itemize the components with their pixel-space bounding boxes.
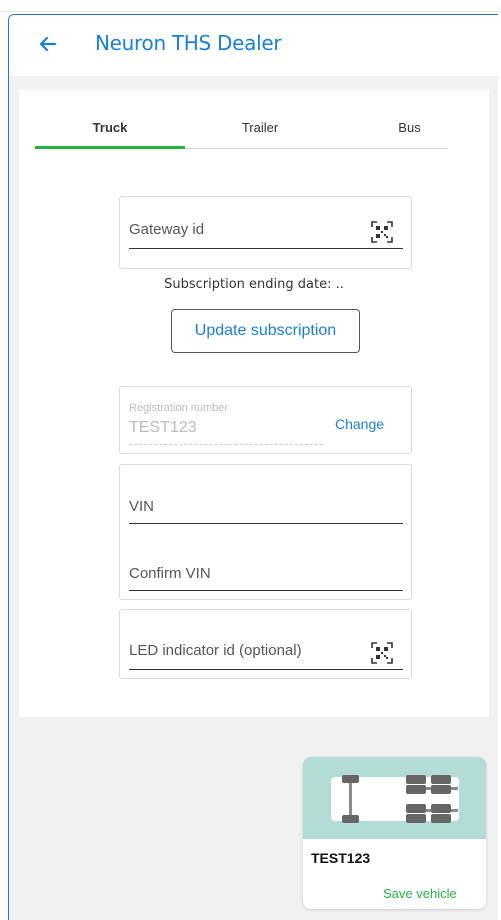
window-top-strip bbox=[0, 0, 501, 12]
gateway-box: Gateway id bbox=[119, 196, 412, 269]
tab-truck[interactable]: Truck bbox=[35, 114, 185, 149]
vehicle-summary-card[interactable]: TEST123 Save vehicle bbox=[303, 757, 486, 909]
tab-bus[interactable]: Bus bbox=[335, 114, 448, 148]
vehicle-form-card: Truck Trailer Bus Gateway id Subscriptio bbox=[19, 90, 489, 717]
registration-box: Registration number TEST123 Change bbox=[119, 386, 412, 454]
qr-code-icon bbox=[371, 642, 393, 664]
vehicle-type-tabs: Truck Trailer Bus bbox=[35, 114, 448, 149]
vehicle-name: TEST123 bbox=[311, 850, 371, 866]
gateway-scan-button[interactable] bbox=[371, 221, 393, 243]
subscription-ending-text: Subscription ending date: .. bbox=[164, 277, 344, 292]
arrow-left-icon bbox=[39, 36, 57, 52]
led-underline bbox=[129, 669, 403, 670]
save-vehicle-button[interactable]: Save vehicle bbox=[383, 886, 457, 901]
back-button[interactable] bbox=[35, 31, 61, 57]
vin-input[interactable]: VIN bbox=[129, 498, 154, 515]
vehicle-image-area bbox=[303, 757, 486, 839]
registration-underline bbox=[129, 444, 323, 445]
gateway-underline bbox=[129, 248, 403, 249]
confirm-vin-underline bbox=[129, 590, 403, 591]
page-title: Neuron THS Dealer bbox=[95, 31, 282, 55]
confirm-vin-input[interactable]: Confirm VIN bbox=[129, 565, 211, 582]
vin-underline bbox=[129, 523, 403, 524]
vin-box: VIN Confirm VIN bbox=[119, 464, 412, 600]
led-scan-button[interactable] bbox=[371, 642, 393, 664]
led-indicator-input[interactable]: LED indicator id (optional) bbox=[129, 642, 302, 659]
change-registration-link[interactable]: Change bbox=[335, 416, 384, 432]
update-subscription-button[interactable]: Update subscription bbox=[171, 309, 360, 353]
truck-axles-icon bbox=[331, 775, 459, 823]
registration-label: Registration number bbox=[129, 402, 229, 414]
tab-trailer[interactable]: Trailer bbox=[185, 114, 335, 148]
registration-value: TEST123 bbox=[129, 419, 197, 436]
led-box: LED indicator id (optional) bbox=[119, 609, 412, 679]
gateway-id-input[interactable]: Gateway id bbox=[129, 221, 204, 238]
app-header: Neuron THS Dealer bbox=[9, 15, 498, 76]
qr-code-icon bbox=[371, 221, 393, 243]
